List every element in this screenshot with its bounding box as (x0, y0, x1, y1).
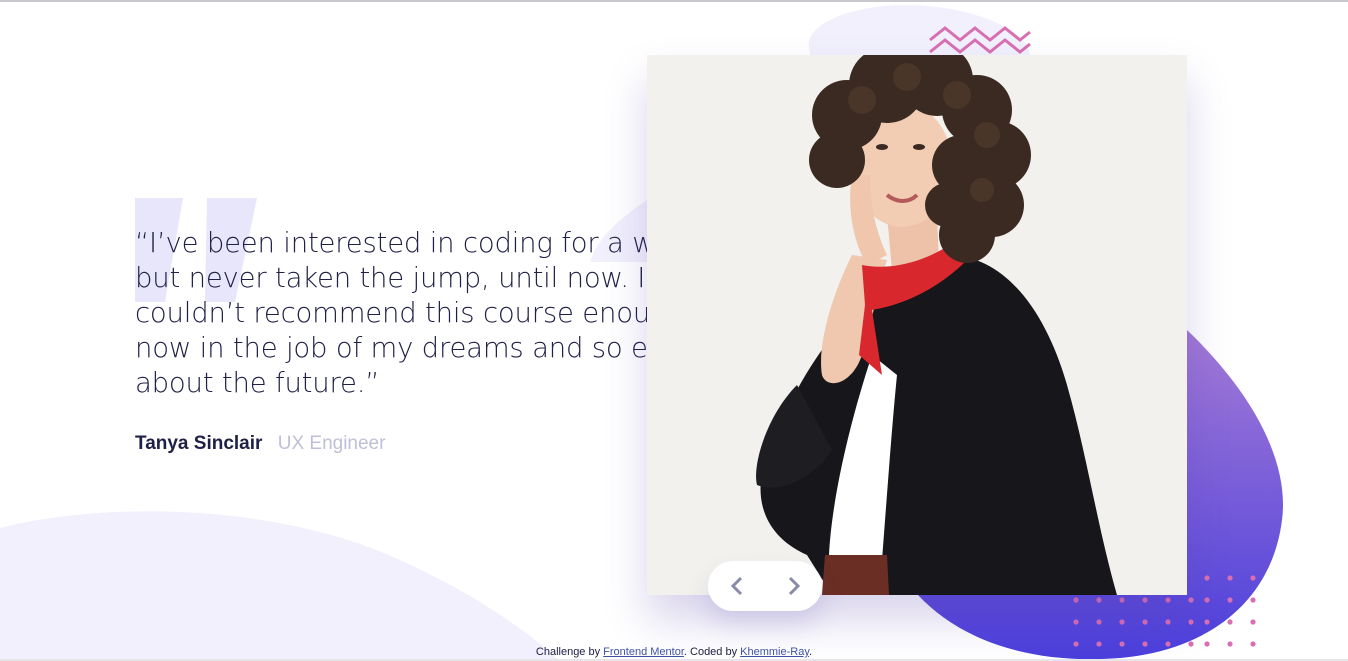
portrait-illustration (647, 55, 1187, 595)
attribution-suffix: . (809, 646, 813, 658)
attribution-middle: . Coded by (683, 646, 738, 658)
slider-navigation (708, 561, 822, 611)
coder-link[interactable]: Khemmie-Ray (740, 646, 809, 658)
testimonial-photo (647, 55, 1187, 595)
attribution: Challenge by Frontend Mentor. Coded by K… (0, 646, 1348, 658)
testimonial-author: Tanya Sinclair UX Engineer (135, 433, 385, 455)
bottom-curve-shape (0, 511, 560, 661)
attribution-prefix: Challenge by (535, 646, 601, 658)
author-role: UX Engineer (277, 433, 386, 454)
frontend-mentor-link[interactable]: Frontend Mentor (603, 646, 684, 658)
previous-button[interactable] (708, 561, 765, 611)
author-name: Tanya Sinclair (135, 433, 263, 454)
chevron-left-icon (730, 576, 742, 596)
chevron-right-icon (788, 576, 800, 596)
next-button[interactable] (765, 561, 822, 611)
